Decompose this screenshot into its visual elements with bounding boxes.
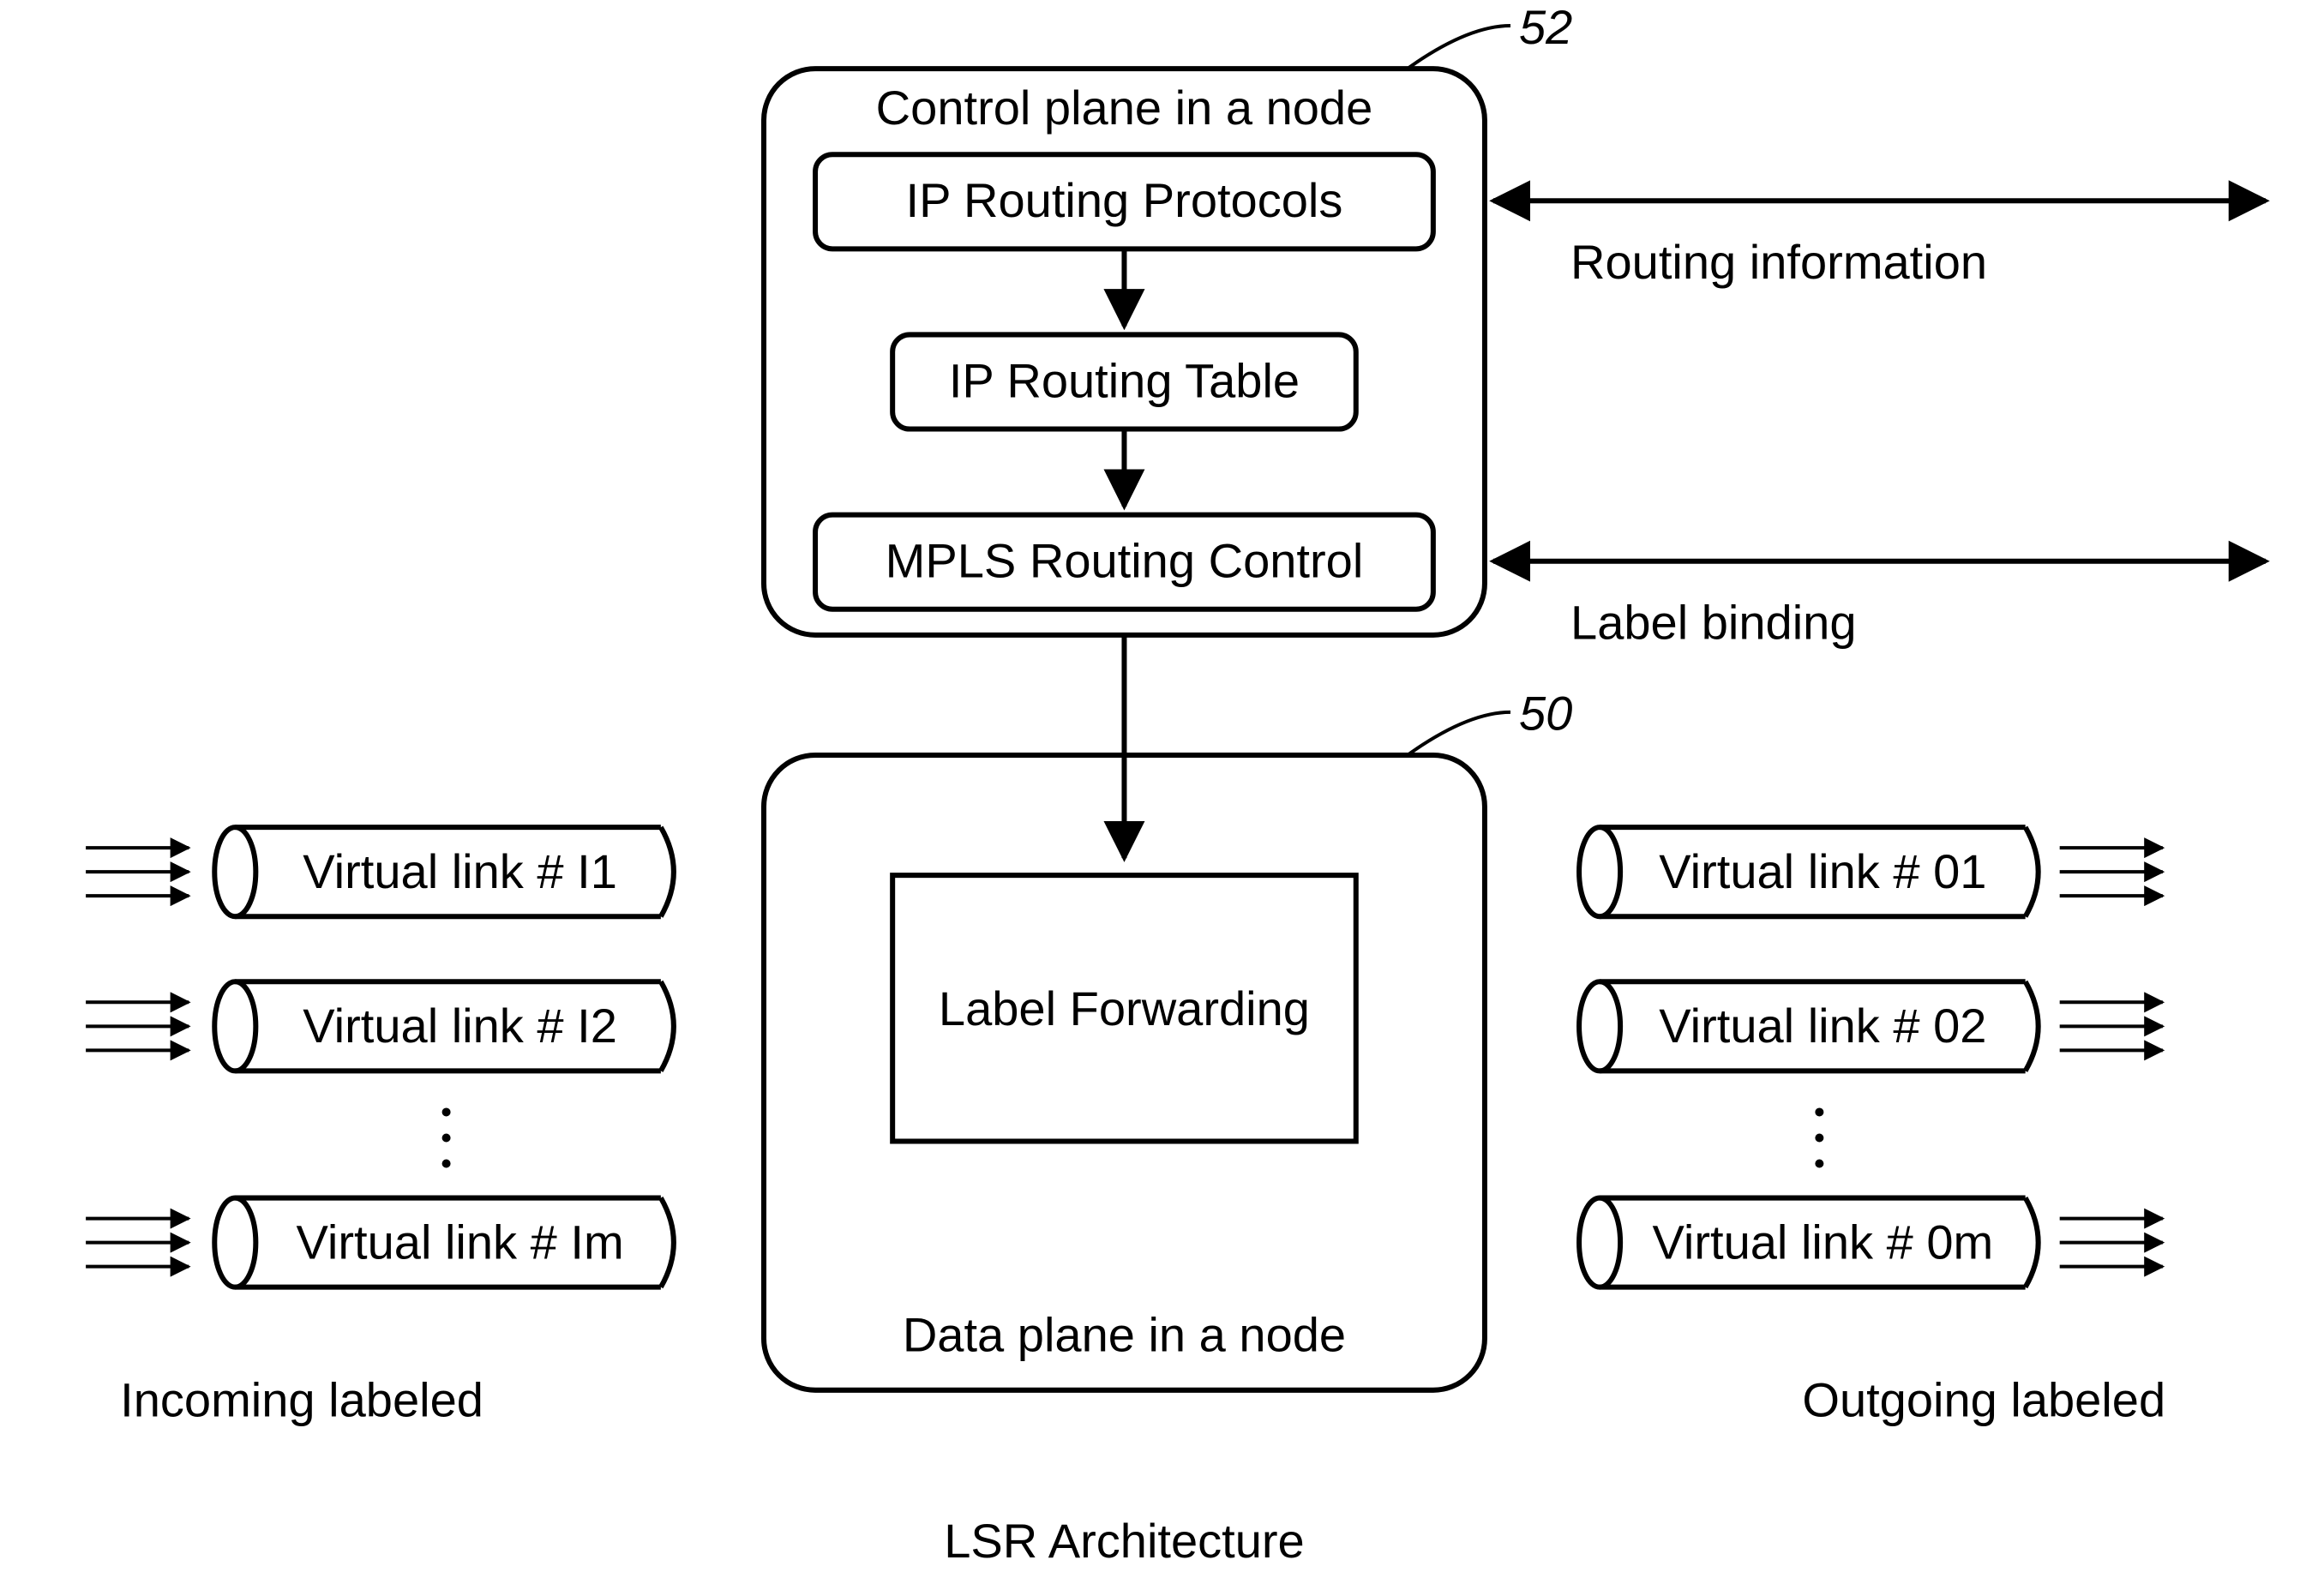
ref-pointer-50	[1408, 712, 1510, 755]
incoming-caption: Incoming labeled	[120, 1373, 483, 1427]
outgoing-link-m: Virtual link # 0m	[1579, 1198, 2163, 1287]
incoming-ellipsis	[442, 1107, 451, 1167]
mpls-routing-control-label: MPLS Routing Control	[886, 534, 1364, 588]
incoming-link-m: Virtual link # Im	[86, 1198, 674, 1287]
ip-routing-protocols-label: IP Routing Protocols	[906, 173, 1343, 227]
outgoing-link-2: Virtual link # 02	[1579, 981, 2163, 1071]
outgoing-caption: Outgoing labeled	[1802, 1373, 2165, 1427]
incoming-link-2: Virtual link # I2	[86, 981, 674, 1071]
incoming-link-2-label: Virtual link # I2	[303, 999, 617, 1053]
incoming-link-1: Virtual link # I1	[86, 827, 674, 916]
outgoing-link-1-label: Virtual link # 01	[1659, 844, 1986, 898]
ip-routing-table-label: IP Routing Table	[949, 353, 1300, 407]
ref-52: 52	[1519, 0, 1572, 54]
diagram-title: LSR Architecture	[944, 1514, 1305, 1568]
ref-50: 50	[1519, 687, 1572, 741]
control-plane-label: Control plane in a node	[876, 81, 1373, 135]
ref-pointer-52	[1408, 26, 1510, 69]
outgoing-link-2-label: Virtual link # 02	[1659, 999, 1986, 1053]
label-binding-label: Label binding	[1570, 596, 1856, 650]
incoming-link-1-label: Virtual link # I1	[303, 844, 617, 898]
lsr-architecture-diagram: Control plane in a node 52 IP Routing Pr…	[0, 0, 2300, 1596]
routing-info-label: Routing information	[1570, 235, 1987, 289]
incoming-link-m-label: Virtual link # Im	[297, 1215, 624, 1269]
outgoing-ellipsis	[1815, 1107, 1823, 1167]
outgoing-link-m-label: Virtual link # 0m	[1653, 1215, 1994, 1269]
data-plane-label: Data plane in a node	[903, 1308, 1346, 1362]
outgoing-link-1: Virtual link # 01	[1579, 827, 2163, 916]
label-forwarding-label: Label Forwarding	[939, 981, 1310, 1035]
